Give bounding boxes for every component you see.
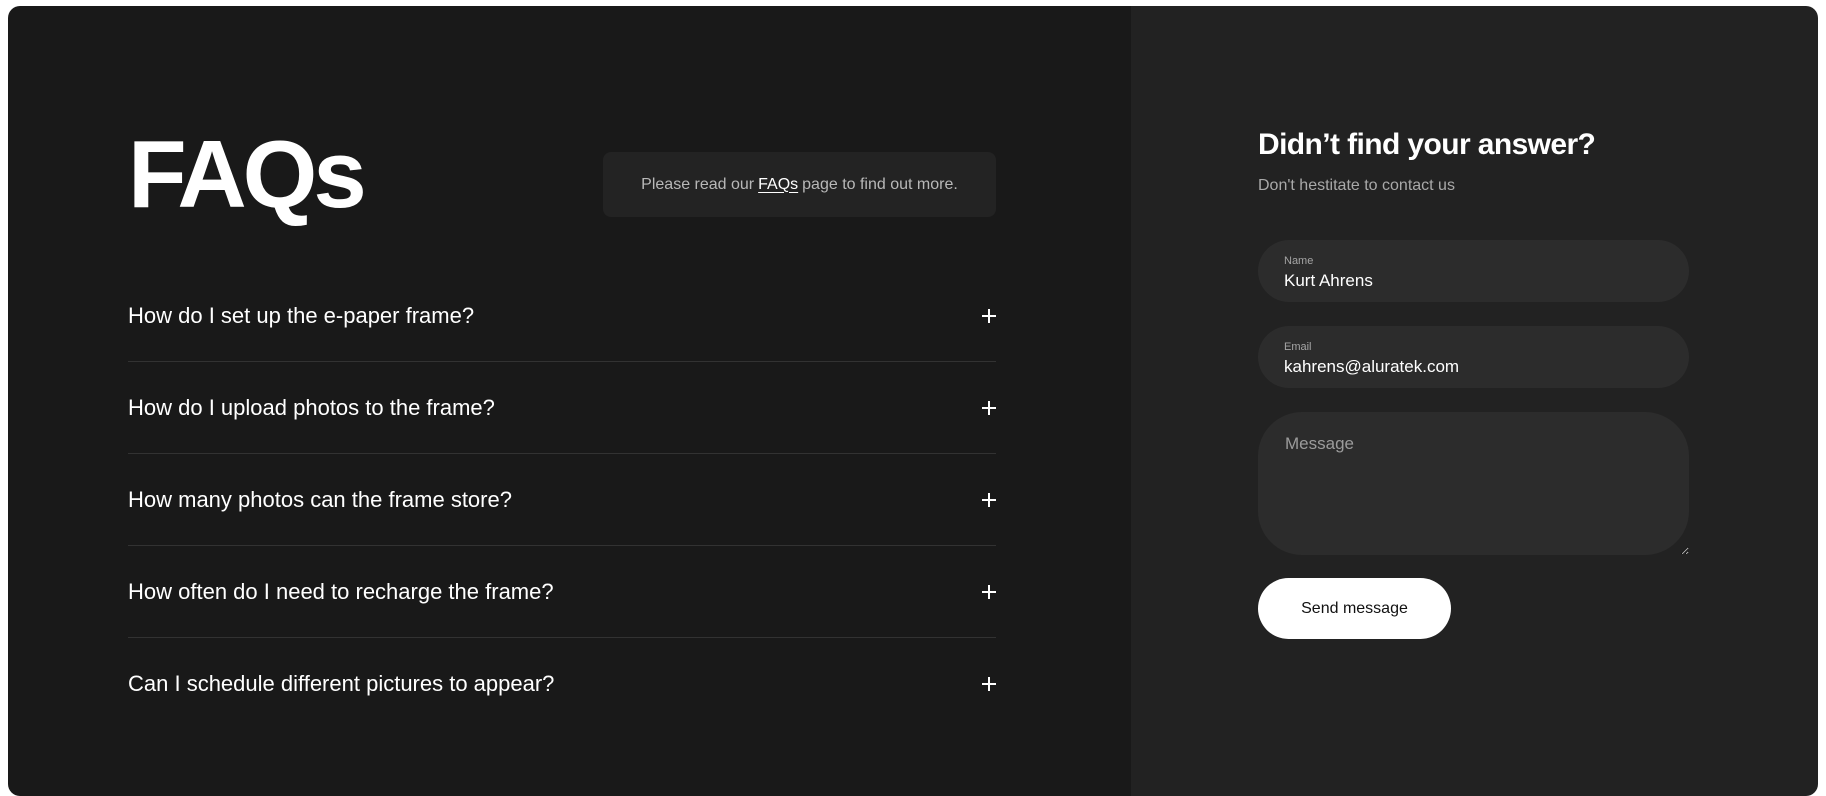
faq-heading: FAQs: [128, 121, 367, 228]
name-field[interactable]: Name: [1258, 240, 1689, 302]
faq-item-storage[interactable]: How many photos can the frame store?: [128, 454, 996, 546]
faq-question: How often do I need to recharge the fram…: [128, 578, 554, 604]
message-textarea[interactable]: [1258, 412, 1689, 555]
faq-item-recharge[interactable]: How often do I need to recharge the fram…: [128, 546, 996, 638]
email-field-label: Email: [1284, 341, 1312, 353]
faq-list: How do I set up the e-paper frame? How d…: [128, 270, 996, 730]
plus-icon[interactable]: [982, 400, 996, 415]
faq-question: How do I set up the e-paper frame?: [128, 302, 475, 328]
name-input[interactable]: [1284, 271, 1663, 291]
faq-notice: Please read our FAQs page to find out mo…: [603, 152, 996, 217]
plus-icon[interactable]: [982, 584, 996, 599]
faq-question: How many photos can the frame store?: [128, 486, 512, 512]
contact-heading: Didn’t find your answer?: [1258, 128, 1596, 161]
email-input[interactable]: [1284, 357, 1663, 377]
faq-item-schedule[interactable]: Can I schedule different pictures to app…: [128, 638, 996, 730]
faq-question: How do I upload photos to the frame?: [128, 394, 495, 420]
send-message-button[interactable]: Send message: [1258, 578, 1451, 639]
contact-panel: [1131, 6, 1818, 796]
notice-text-before: Please read our: [641, 175, 755, 193]
name-field-label: Name: [1284, 255, 1314, 267]
plus-icon[interactable]: [982, 677, 996, 691]
contact-subtitle: Don't hestitate to contact us: [1258, 177, 1455, 194]
faq-item-setup[interactable]: How do I set up the e-paper frame?: [128, 270, 996, 362]
faq-question: Can I schedule different pictures to app…: [128, 671, 555, 696]
email-field[interactable]: Email: [1258, 326, 1689, 388]
faq-item-upload[interactable]: How do I upload photos to the frame?: [128, 362, 996, 454]
notice-text-after: page to find out more.: [802, 175, 958, 193]
plus-icon[interactable]: [982, 308, 996, 323]
plus-icon[interactable]: [982, 492, 996, 507]
faqs-page-link[interactable]: FAQs: [758, 176, 798, 194]
